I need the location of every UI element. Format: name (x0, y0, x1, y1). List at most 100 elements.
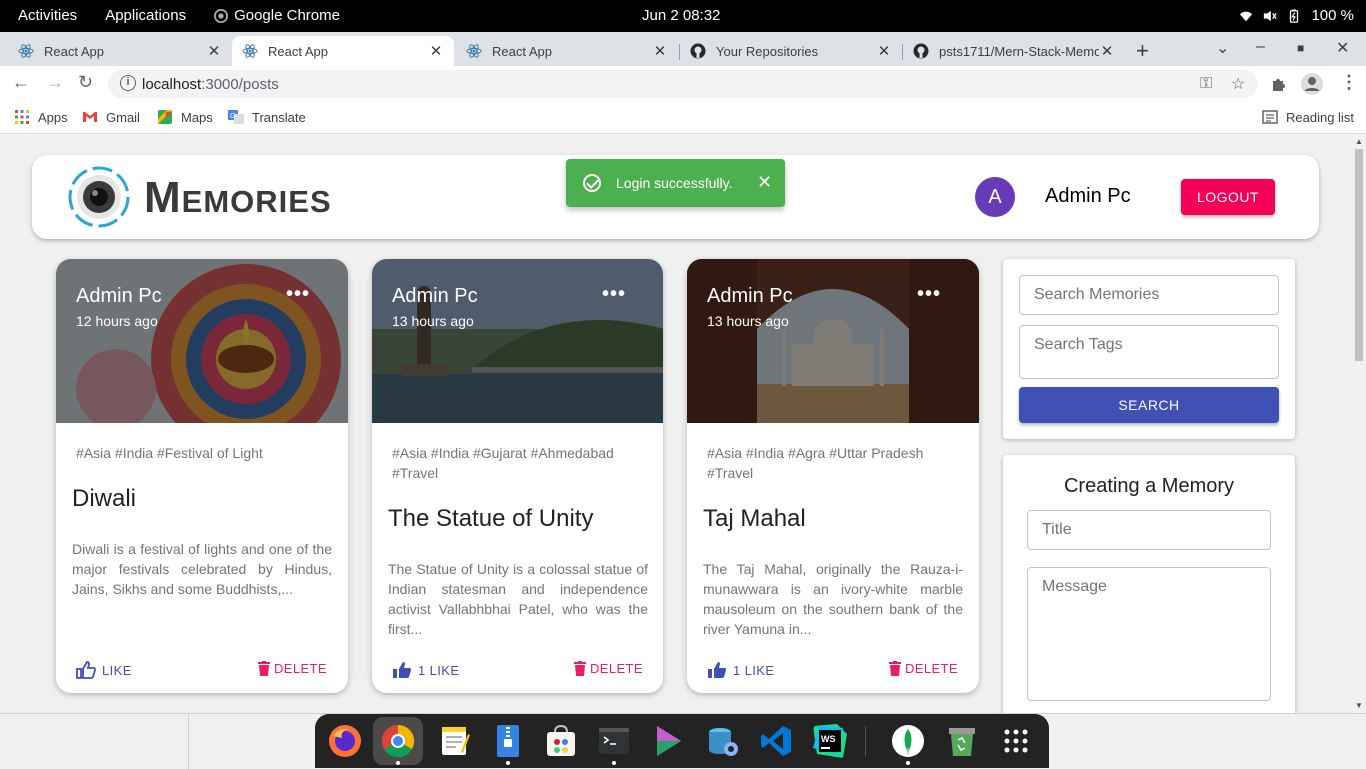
close-tab-icon[interactable]: ✕ (206, 42, 222, 60)
show-apps-icon[interactable] (999, 724, 1033, 758)
like-button[interactable]: LIKE (76, 661, 132, 679)
wifi-icon[interactable] (1239, 9, 1253, 23)
new-tab-plus-icon[interactable]: + (1136, 38, 1149, 64)
close-window-icon[interactable]: ✕ (1336, 38, 1349, 58)
tab-title: React App (44, 43, 104, 59)
trash-icon (889, 661, 901, 676)
key-icon[interactable]: ⚿ (1200, 75, 1212, 93)
post-tags: #Asia #India #Festival of Light (76, 445, 263, 461)
firefox-icon[interactable] (328, 724, 362, 758)
more-options-icon[interactable]: ••• (917, 283, 941, 306)
chrome-small-icon (214, 8, 229, 23)
tab-title: React App (492, 43, 552, 59)
github-icon (690, 43, 706, 59)
page-scrollbar[interactable]: ▲ ▼ (1352, 135, 1366, 713)
delete-button[interactable]: DELETE (258, 661, 327, 676)
close-tab-icon[interactable]: ✕ (876, 42, 892, 60)
battery-percent: 100 % (1311, 7, 1354, 24)
app-logo-text[interactable]: Memories (144, 173, 332, 223)
browser-toolbar: ← → ↻ i localhost:3000/posts ⚿ ☆ ⋮ (0, 66, 1366, 102)
browser-tab[interactable]: React App ✕ (456, 36, 678, 66)
activities-button[interactable]: Activities (18, 7, 77, 24)
message-field[interactable] (1027, 567, 1271, 701)
maximize-icon[interactable]: ■ (1297, 41, 1304, 55)
scrollbar-thumb[interactable] (1355, 149, 1363, 361)
post-card: Admin Pc 13 hours ago ••• #Asia #India #… (372, 259, 663, 693)
tab-search-icon[interactable]: ⌄ (1216, 38, 1229, 58)
site-info-icon[interactable]: i (120, 75, 136, 91)
like-label: 1 LIKE (733, 662, 775, 678)
text-editor-icon[interactable] (437, 724, 471, 758)
minimize-icon[interactable]: – (1256, 38, 1265, 56)
address-bar[interactable]: i localhost:3000/posts ⚿ ☆ (108, 70, 1258, 98)
running-indicator (396, 761, 400, 765)
extensions-puzzle-icon[interactable] (1271, 76, 1287, 92)
bookmark-gmail[interactable]: Gmail (82, 109, 140, 125)
bookmark-maps[interactable]: Maps (157, 109, 213, 125)
reading-list-label: Reading list (1286, 109, 1354, 125)
search-memories-input[interactable] (1019, 275, 1279, 315)
like-button[interactable]: 1 LIKE (392, 661, 459, 679)
chrome-icon[interactable] (381, 724, 415, 758)
toast-message: Login successfully. (616, 175, 733, 191)
scroll-up-arrow-icon[interactable]: ▲ (1355, 137, 1363, 146)
bookmark-star-icon[interactable]: ☆ (1231, 74, 1245, 94)
camera-lens-logo-icon[interactable] (68, 166, 130, 228)
database-tool-icon[interactable] (705, 724, 739, 758)
file-archive-icon[interactable] (491, 724, 525, 758)
chrome-menu-icon[interactable]: ⋮ (1340, 72, 1358, 93)
media-player-icon[interactable] (651, 724, 685, 758)
software-store-icon[interactable] (544, 724, 578, 758)
vscode-icon[interactable] (759, 724, 793, 758)
delete-button[interactable]: DELETE (889, 661, 958, 676)
battery-icon[interactable] (1287, 8, 1301, 23)
active-app-menu[interactable]: Google Chrome (214, 7, 340, 24)
bookmark-label: Apps (38, 109, 68, 125)
close-toast-icon[interactable]: ✕ (757, 172, 772, 193)
browser-tab[interactable]: Your Repositories ✕ (680, 36, 902, 66)
trash-icon[interactable] (945, 724, 979, 758)
bookmark-label: Maps (181, 109, 213, 125)
trash-icon (574, 661, 586, 676)
post-author: Admin Pc (392, 285, 478, 307)
delete-button[interactable]: DELETE (574, 661, 643, 676)
profile-avatar-icon[interactable] (1301, 73, 1323, 95)
webstorm-icon[interactable]: WS (813, 724, 847, 758)
more-options-icon[interactable]: ••• (602, 283, 626, 306)
react-icon (466, 44, 482, 58)
dock-separator (865, 726, 866, 756)
running-indicator (506, 761, 510, 765)
terminal-icon[interactable] (597, 724, 631, 758)
browser-tab[interactable]: React App ✕ (8, 36, 232, 66)
close-tab-icon[interactable]: ✕ (652, 42, 668, 60)
scroll-down-arrow-icon[interactable]: ▼ (1355, 701, 1363, 710)
bookmark-translate[interactable]: G Translate (228, 109, 306, 125)
reading-list[interactable]: Reading list (1262, 109, 1354, 125)
post-message: Diwali is a festival of lights and one o… (72, 541, 332, 597)
like-button[interactable]: 1 LIKE (707, 661, 774, 679)
logout-button[interactable]: LOGOUT (1181, 179, 1275, 215)
back-arrow-icon[interactable]: ← (12, 72, 30, 93)
forward-arrow-icon[interactable]: → (46, 72, 64, 93)
post-author: Admin Pc (707, 285, 793, 307)
browser-tab-active[interactable]: React App ✕ (232, 36, 454, 66)
volume-muted-icon[interactable] (1263, 9, 1278, 23)
url-text: localhost:3000/posts (142, 76, 279, 93)
more-options-icon[interactable]: ••• (286, 283, 310, 306)
reload-icon[interactable]: ↻ (78, 72, 93, 93)
close-tab-icon[interactable]: ✕ (428, 42, 444, 60)
search-button[interactable]: SEARCH (1019, 387, 1279, 423)
close-tab-icon[interactable]: ✕ (1099, 42, 1115, 60)
gmail-icon (83, 112, 97, 122)
like-label: LIKE (102, 662, 132, 678)
reading-list-icon (1262, 110, 1278, 124)
bookmark-apps[interactable]: Apps (14, 109, 68, 125)
mongodb-compass-icon[interactable] (891, 724, 925, 758)
title-field[interactable] (1027, 510, 1271, 550)
post-time: 13 hours ago (392, 313, 474, 329)
applications-menu[interactable]: Applications (105, 7, 186, 24)
clock[interactable]: Jun 2 08:32 (642, 7, 720, 24)
browser-tab[interactable]: psts1711/Mern-Stack-Memo ✕ (903, 36, 1125, 66)
user-avatar: A (975, 177, 1015, 217)
search-tags-input[interactable] (1019, 325, 1279, 379)
